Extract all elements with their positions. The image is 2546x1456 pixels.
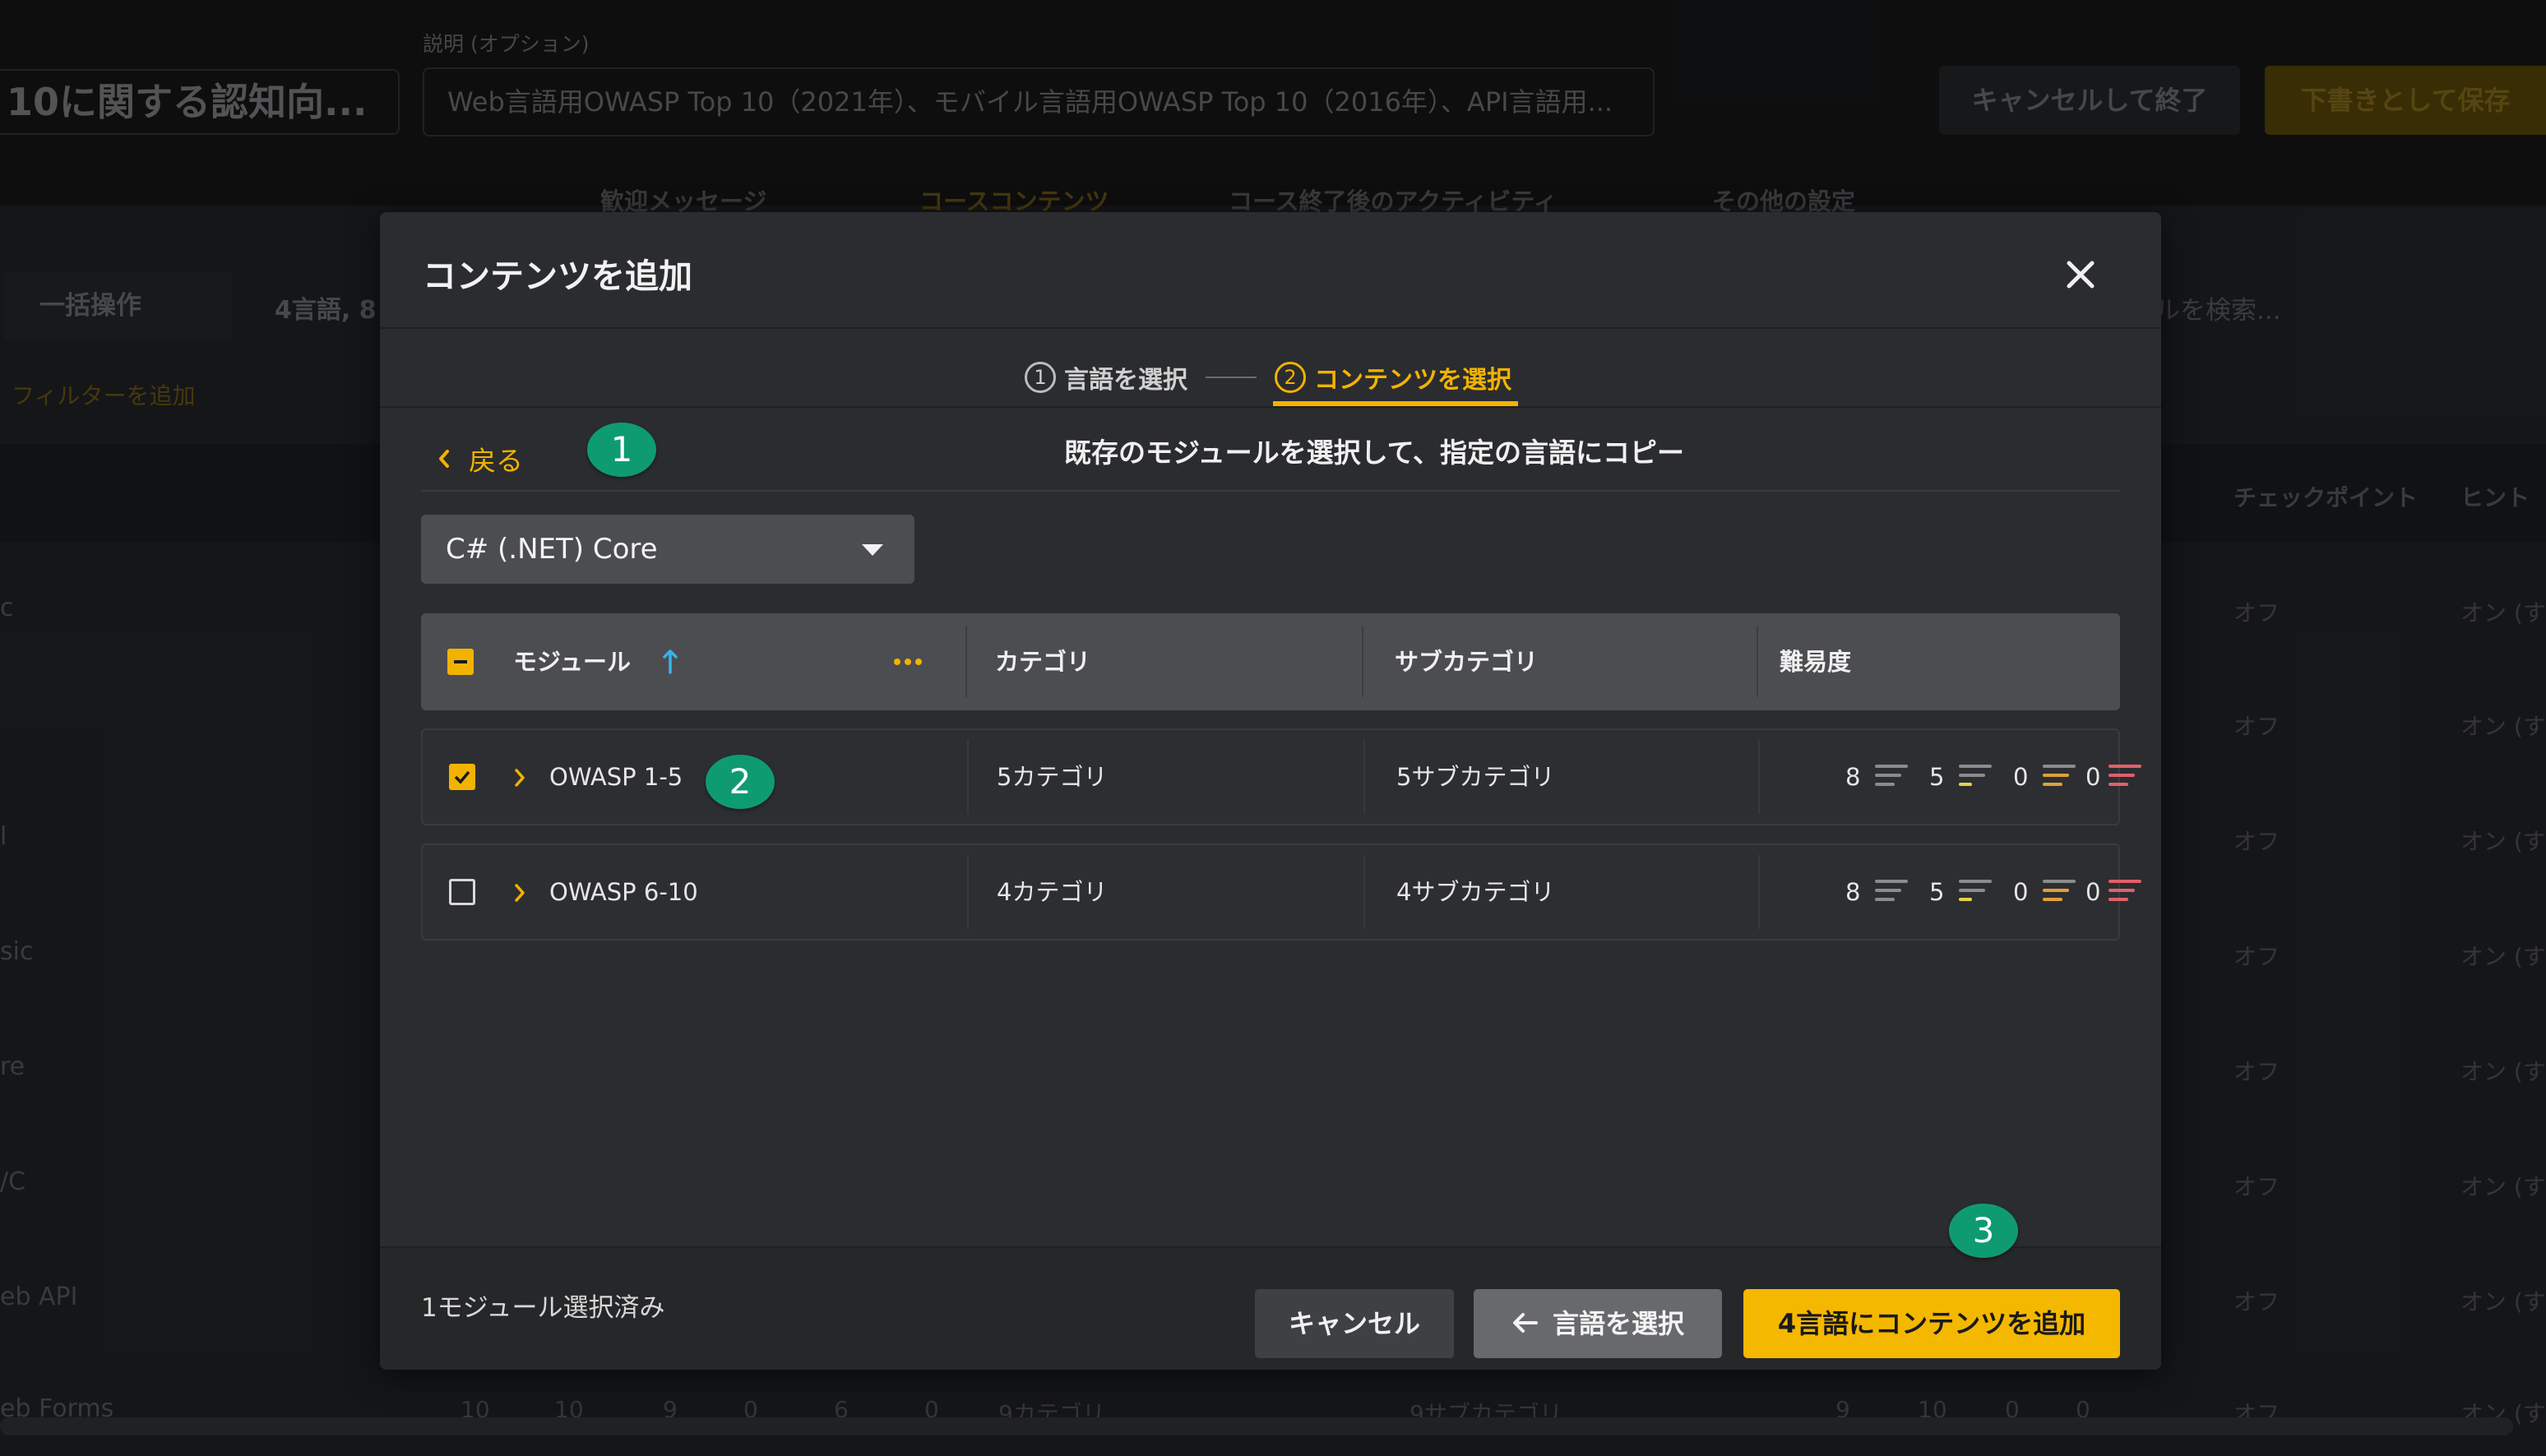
column-separator	[1758, 855, 1760, 929]
back-label: 戻る	[469, 445, 523, 477]
module-table-header: モジュール カテゴリ サブカテゴリ 難易度	[421, 613, 2120, 710]
step-badge: 1	[587, 423, 656, 477]
column-separator	[1758, 740, 1760, 814]
select-language-label: 言語を選択	[1552, 1308, 1684, 1339]
column-subcategory: サブカテゴリ	[1395, 648, 1539, 676]
column-difficulty: 難易度	[1780, 648, 1852, 676]
column-separator	[967, 740, 969, 814]
selected-count: 1モジュール選択済み	[421, 1293, 665, 1323]
cancel-button[interactable]: キャンセル	[1255, 1289, 1454, 1358]
difficulty-medium-icon	[1959, 880, 1995, 906]
column-module[interactable]: モジュール	[513, 613, 631, 710]
add-content-modal: コンテンツを追加 1 言語を選択 2 コンテンツを選択 戻る 1 既存のモジュー…	[380, 212, 2161, 1370]
more-options-icon[interactable]	[893, 658, 923, 666]
minus-icon	[454, 660, 467, 663]
chevron-right-icon[interactable]	[512, 766, 528, 789]
difficulty-medium-icon	[1959, 765, 1995, 791]
row-checkbox[interactable]	[449, 879, 475, 905]
subcategory-count: 5サブカテゴリ	[1396, 763, 1555, 791]
difficulty-medium-count: 5	[1929, 763, 1945, 791]
difficulty-expert-icon	[2109, 880, 2141, 906]
select-language-button[interactable]: 言語を選択	[1474, 1289, 1722, 1358]
column-separator	[1362, 626, 1363, 697]
difficulty-expert-count: 0	[2085, 763, 2101, 791]
difficulty-expert-count: 0	[2085, 878, 2101, 906]
step-select-content[interactable]: コンテンツを選択	[1314, 359, 1511, 395]
instruction-divider	[421, 490, 2120, 492]
modal-title: コンテンツを追加	[423, 257, 692, 296]
module-name: OWASP 6-10	[549, 878, 698, 906]
language-select-value: C# (.NET) Core	[446, 533, 658, 566]
subcategory-count: 4サブカテゴリ	[1396, 878, 1555, 906]
back-button[interactable]: 戻る	[434, 439, 523, 478]
column-separator	[1363, 855, 1365, 929]
arrow-left-icon	[1512, 1313, 1538, 1333]
stepper-divider	[380, 406, 2161, 408]
column-separator	[1363, 740, 1365, 814]
difficulty-hard-icon	[2043, 880, 2079, 906]
table-row[interactable]: OWASP 6-10 4カテゴリ 4サブカテゴリ 8 5 0 0	[421, 844, 2141, 941]
step-connector	[1206, 377, 1257, 378]
step-badge: 2	[706, 755, 775, 809]
check-icon	[454, 770, 470, 784]
instruction-text: 既存のモジュールを選択して、指定の言語にコピー	[1063, 437, 1685, 469]
column-category: カテゴリ	[995, 648, 1091, 676]
stepper: 1 言語を選択 2 コンテンツを選択	[1025, 349, 1511, 406]
difficulty-expert-icon	[2109, 765, 2141, 791]
add-content-button[interactable]: 4言語にコンテンツを追加	[1743, 1289, 2120, 1358]
language-select[interactable]: C# (.NET) Core	[421, 515, 914, 584]
caret-down-icon	[862, 544, 883, 556]
table-row[interactable]: OWASP 1-5 5カテゴリ 5サブカテゴリ 8 5 0 0	[421, 728, 2141, 825]
chevron-right-icon[interactable]	[512, 881, 528, 904]
difficulty-hard-count: 0	[2013, 763, 2029, 791]
column-separator	[1757, 626, 1758, 697]
modal-footer: 1モジュール選択済み キャンセル 言語を選択 4言語にコンテンツを追加	[380, 1246, 2161, 1370]
chevron-left-icon	[439, 450, 449, 468]
category-count: 4カテゴリ	[997, 878, 1108, 906]
select-all-checkbox[interactable]	[447, 649, 474, 675]
step-number: 2	[1275, 362, 1306, 393]
step-select-language[interactable]: 言語を選択	[1064, 359, 1187, 395]
difficulty-easy-icon	[1875, 880, 1911, 906]
module-name: OWASP 1-5	[549, 763, 683, 791]
step-number: 1	[1025, 362, 1056, 393]
difficulty-easy-icon	[1875, 765, 1911, 791]
category-count: 5カテゴリ	[997, 763, 1108, 791]
difficulty-medium-count: 5	[1929, 878, 1945, 906]
column-separator	[967, 855, 969, 929]
sort-ascending-icon[interactable]	[661, 648, 679, 676]
row-checkbox[interactable]	[449, 764, 475, 790]
step-badge: 3	[1949, 1204, 2018, 1258]
difficulty-easy-count: 8	[1845, 763, 1861, 791]
difficulty-easy-count: 8	[1845, 878, 1861, 906]
column-separator	[965, 626, 967, 697]
modal-divider	[380, 327, 2161, 329]
close-icon[interactable]	[2058, 252, 2104, 298]
difficulty-hard-count: 0	[2013, 878, 2029, 906]
difficulty-hard-icon	[2043, 765, 2079, 791]
